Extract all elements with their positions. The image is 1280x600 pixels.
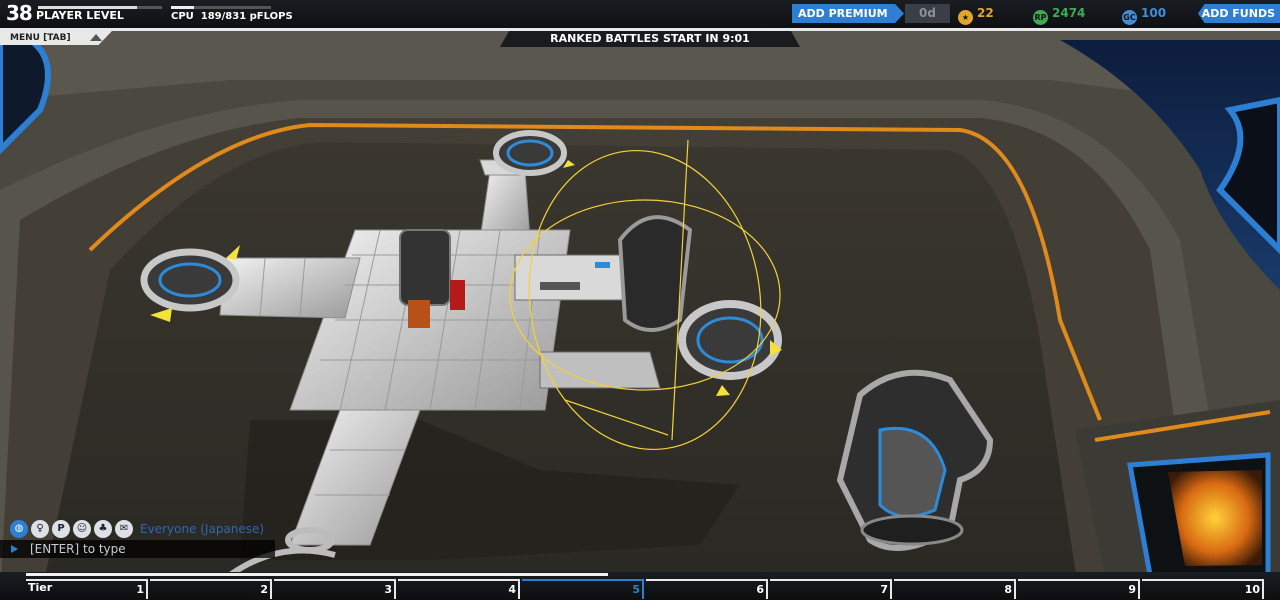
add-premium-button[interactable]: ADD PREMIUM — [792, 4, 904, 23]
cpu-readout: CPU 189/831 pFLOPS — [171, 11, 293, 22]
gc-value: 100 — [1141, 6, 1167, 20]
cpu-bar — [171, 6, 271, 9]
chevron-right-icon — [11, 545, 18, 553]
rp-currency: RP 2474 — [1033, 4, 1086, 25]
tier-10: 10 — [1142, 579, 1264, 599]
player-level-label: PLAYER LEVEL — [36, 9, 124, 22]
tier-2: 2 — [150, 579, 272, 599]
rp-icon: RP — [1033, 10, 1048, 25]
chat-channel-label[interactable]: Everyone (Japanese) — [140, 522, 264, 536]
tier-5: 5 — [522, 579, 644, 599]
tier-8: 8 — [894, 579, 1016, 599]
add-funds-button[interactable]: ADD FUNDS — [1198, 4, 1280, 23]
player-level: 38 — [6, 1, 33, 25]
premium-days: 0d — [905, 4, 950, 23]
rotor-top — [493, 130, 567, 176]
tier-6: 6 — [646, 579, 768, 599]
clan-icon[interactable]: ♣ — [94, 520, 112, 538]
tier-9: 9 — [1018, 579, 1140, 599]
whisper-icon[interactable]: ✉ — [115, 520, 133, 538]
chat-channel-icons: ◍ ♀ P ☺ ♣ ✉ — [10, 520, 133, 538]
rotor-left — [140, 248, 240, 312]
robits-currency: ★ 22 — [958, 4, 994, 25]
tier-label: Tier — [28, 581, 53, 594]
chevron-up-icon[interactable] — [90, 34, 102, 41]
rp-value: 2474 — [1052, 6, 1086, 20]
garage-scene[interactable] — [0, 0, 1280, 600]
chat-placeholder: [ENTER] to type — [30, 542, 126, 556]
tier-4: 4 — [398, 579, 520, 599]
gc-currency: GC 100 — [1122, 4, 1167, 25]
star-icon: ★ — [958, 10, 973, 25]
person-icon[interactable]: ♀ — [31, 520, 49, 538]
tier-progress-bar — [26, 573, 608, 576]
party-icon[interactable]: P — [52, 520, 70, 538]
friends-icon[interactable]: ☺ — [73, 520, 91, 538]
tier-7: 7 — [770, 579, 892, 599]
menu-strip — [0, 28, 1280, 31]
tier-3: 3 — [274, 579, 396, 599]
robits-value: 22 — [977, 6, 994, 20]
ranked-countdown: RANKED BATTLES START IN 9:01 — [500, 31, 800, 47]
cpu-value: 189/831 pFLOPS — [200, 11, 293, 22]
gc-icon: GC — [1122, 10, 1137, 25]
cpu-label: CPU — [171, 11, 194, 22]
globe-icon[interactable]: ◍ — [10, 520, 28, 538]
